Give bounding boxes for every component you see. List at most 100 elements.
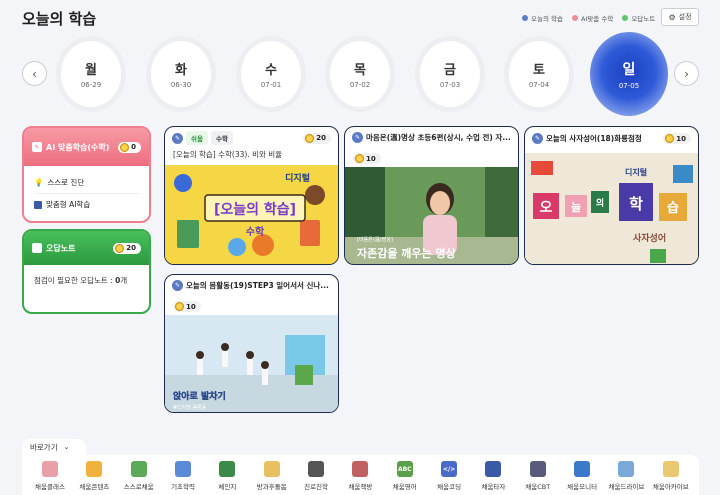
quick-link-self[interactable]: 스스로채움 bbox=[117, 455, 161, 495]
thumb-char: 학 bbox=[629, 195, 643, 213]
level-tag: 쉬움 bbox=[186, 131, 208, 145]
code-icon: </> bbox=[441, 461, 458, 477]
legend-dot-icon bbox=[522, 15, 528, 21]
day-mon[interactable]: 월 06-29 bbox=[56, 36, 126, 112]
note-icon bbox=[32, 243, 42, 253]
graduation-cap-icon bbox=[308, 461, 325, 477]
lesson-card-meditation[interactable]: ✎ 마음온(溫)명상 초등6편(상시, 수업 전) 자... 10 [마음온(溫… bbox=[344, 126, 519, 265]
points-badge: 0 bbox=[118, 141, 141, 153]
thumb-title: [오늘의 학습] bbox=[214, 201, 296, 218]
thumb-caption: 앉아로 발차기 bbox=[173, 390, 226, 402]
class-icon bbox=[42, 461, 58, 477]
day-wed[interactable]: 수 07-01 bbox=[236, 36, 306, 112]
divider bbox=[34, 193, 139, 194]
lesson-card-idiom[interactable]: ✎ 오늘의 사자성어(18)화룡점정 10 디지털 오 늘 의 학 습 사자성어 bbox=[524, 126, 699, 265]
self-diagnosis-link[interactable]: 💡 스스로 진단 bbox=[34, 174, 139, 191]
day-thu[interactable]: 목 07-02 bbox=[325, 36, 395, 112]
chevron-down-icon: ⌄ bbox=[63, 443, 70, 451]
pencil-icon: ✎ bbox=[532, 133, 543, 144]
quick-links-toggle[interactable]: 바로가기 ⌄ bbox=[22, 439, 86, 455]
folder-icon bbox=[86, 461, 103, 477]
ai-math-card[interactable]: ✎ AI 맞춤학습(수학) 0 💡 스스로 진단 맞춤형 AI학습 bbox=[22, 126, 151, 223]
legend-dot-icon bbox=[571, 15, 578, 21]
ai-book-icon bbox=[34, 200, 42, 209]
abc-icon: ABC bbox=[396, 461, 413, 477]
lesson-thumbnail: 디지털 [오늘의 학습] 수학 bbox=[165, 165, 338, 264]
wrong-note-header: 오답노트 20 bbox=[24, 231, 149, 265]
thumb-char: 늘 bbox=[571, 201, 581, 214]
exercise-photo: 앉아로 발차기 #디지털 몸활동 bbox=[165, 315, 338, 412]
subject-tag: 수학 bbox=[210, 131, 233, 145]
lesson-card-exercise[interactable]: ✎ 오늘의 몸활동(19)STEP3 일어서서 신나... 10 앉아로 발차기… bbox=[164, 274, 339, 413]
chevron-right-icon: › bbox=[684, 66, 689, 81]
quick-link-basic[interactable]: 기초학력 bbox=[161, 455, 205, 495]
quick-link-english[interactable]: ABC 채움영어 bbox=[383, 455, 427, 495]
pencil-icon: ✎ bbox=[172, 280, 183, 291]
coin-icon bbox=[355, 154, 364, 163]
settings-button[interactable]: ⚙ 설정 bbox=[661, 8, 699, 26]
thumb-subject: 사자성어 bbox=[633, 232, 666, 244]
points-badge: 10 bbox=[173, 301, 201, 312]
coin-icon bbox=[115, 243, 125, 253]
math-illustration: 디지털 [오늘의 학습] 수학 bbox=[165, 165, 338, 264]
quick-link-change[interactable]: 체인지 bbox=[205, 455, 249, 495]
thumb-subject: 수학 bbox=[246, 225, 265, 238]
quick-link-monitor[interactable]: 채움모니터 bbox=[560, 455, 604, 495]
custom-ai-learning-link[interactable]: 맞춤형 AI학습 bbox=[34, 196, 139, 213]
wrong-note-card[interactable]: 오답노트 20 점검이 필요한 오답노트 : 0개 bbox=[22, 229, 151, 314]
prev-week-button[interactable]: ‹ bbox=[22, 61, 47, 86]
thumb-char: 오 bbox=[540, 200, 553, 216]
brand-logo: 디지털 bbox=[285, 172, 310, 184]
points-badge: 20 bbox=[303, 132, 331, 144]
legend-item-wrong: 오답노트 bbox=[622, 13, 655, 23]
wrong-note-summary: 점검이 필요한 오답노트 : 0개 bbox=[34, 276, 128, 285]
legend-dot-icon bbox=[622, 15, 629, 21]
sprout-icon bbox=[130, 461, 147, 477]
lesson-thumbnail: [마음온(溫)명상] 자존감을 깨우는 명상 bbox=[345, 167, 518, 264]
books-icon bbox=[352, 461, 369, 477]
day-fri[interactable]: 금 07-03 bbox=[415, 36, 485, 112]
next-week-button[interactable]: › bbox=[674, 61, 699, 86]
brand-logo: 디지털 bbox=[625, 167, 647, 177]
triangle-icon bbox=[219, 461, 236, 477]
chevron-left-icon: ‹ bbox=[32, 66, 37, 81]
coin-icon bbox=[120, 142, 130, 152]
thumb-label: #디지털 몸활동 bbox=[173, 404, 207, 411]
idiom-illustration: 디지털 오 늘 의 학 습 사자성어 bbox=[525, 153, 698, 264]
points-badge: 10 bbox=[353, 153, 381, 164]
thumb-label: [마음온(溫)명상] bbox=[357, 236, 393, 243]
lesson-title: 오늘의 몸활동(19)STEP3 일어서서 신나... bbox=[186, 281, 329, 290]
cloud-icon bbox=[618, 461, 635, 477]
quick-link-class[interactable]: 채움클래스 bbox=[28, 455, 72, 495]
thumb-char: 습 bbox=[667, 201, 679, 216]
display-icon bbox=[574, 461, 591, 477]
quick-link-typing[interactable]: 채움타자 bbox=[471, 455, 515, 495]
legend: 오늘의 학습 AI맞춤 수학 오답노트 bbox=[522, 13, 655, 23]
coin-icon bbox=[665, 134, 675, 143]
ai-book-icon: ✎ bbox=[32, 142, 42, 152]
lesson-card-math[interactable]: ✎ 쉬움 수학 20 [오늘의 학습] 수학(33). 비와 비율 디지털 [오… bbox=[164, 126, 339, 265]
points-badge: 10 bbox=[663, 133, 691, 144]
thumb-caption: 자존감을 깨우는 명상 bbox=[357, 246, 456, 260]
lesson-title: 마음온(溫)명상 초등6편(상시, 수업 전) 자... bbox=[366, 133, 511, 142]
lesson-title: [오늘의 학습] 수학(33). 비와 비율 bbox=[173, 150, 283, 159]
house-icon bbox=[263, 461, 280, 477]
quick-link-career[interactable]: 진로진학 bbox=[294, 455, 338, 495]
archive-folder-icon bbox=[662, 461, 679, 477]
day-sat[interactable]: 토 07-04 bbox=[504, 36, 574, 112]
coin-icon bbox=[175, 302, 184, 311]
quick-link-coding[interactable]: </> 채움코딩 bbox=[427, 455, 471, 495]
test-monitor-icon bbox=[529, 461, 546, 477]
quick-link-cbt[interactable]: 채움CBT bbox=[516, 455, 560, 495]
day-sun-active[interactable]: 일 07-05 bbox=[590, 32, 668, 116]
pencil-icon: ✎ bbox=[172, 132, 183, 144]
quick-link-afterschool[interactable]: 방과후돌봄 bbox=[250, 455, 294, 495]
quick-link-drive[interactable]: 채움드라이브 bbox=[604, 455, 648, 495]
quick-link-books[interactable]: 채움책방 bbox=[338, 455, 382, 495]
lesson-thumbnail: 디지털 오 늘 의 학 습 사자성어 bbox=[525, 153, 698, 264]
coin-icon bbox=[305, 133, 315, 143]
monitor-icon bbox=[175, 461, 192, 477]
quick-link-archive[interactable]: 채움아카이브 bbox=[649, 455, 693, 495]
quick-link-contents[interactable]: 채움콘텐츠 bbox=[72, 455, 116, 495]
day-tue[interactable]: 화 06-30 bbox=[146, 36, 216, 112]
